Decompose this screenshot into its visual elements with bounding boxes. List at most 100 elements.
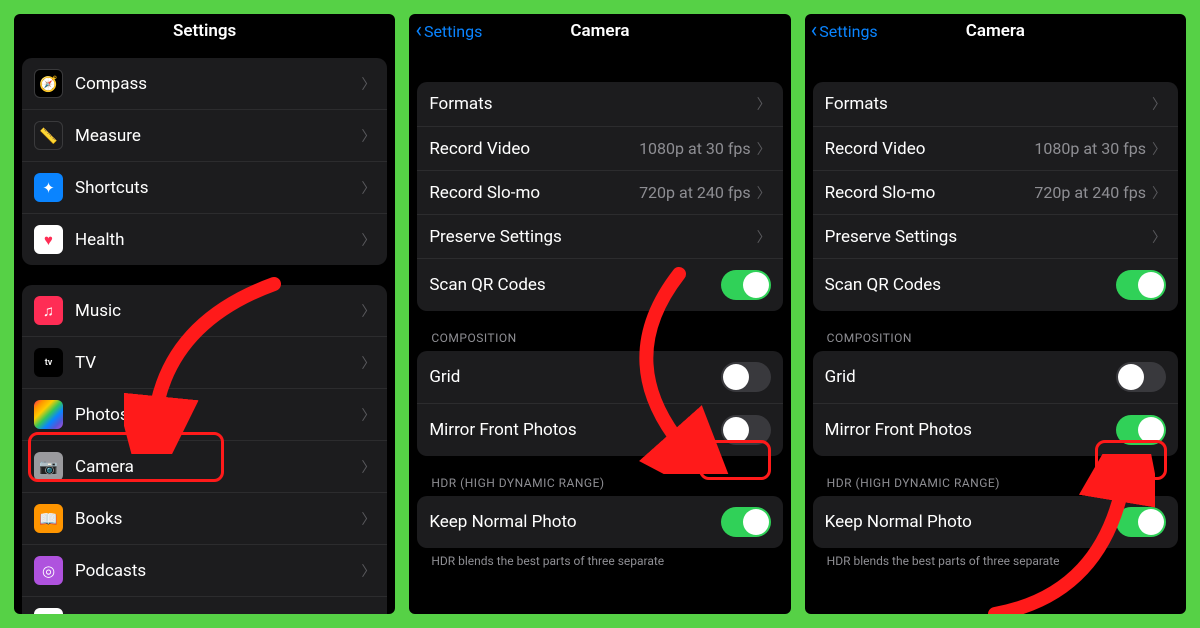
health-icon: ♥ [34,225,63,254]
toggle-grid[interactable] [721,362,771,392]
label-formats: Formats [825,94,1152,114]
chevron-right-icon: 〉 [757,227,771,247]
row-camera[interactable]: 📷 Camera 〉 [22,440,387,492]
books-icon: 📖 [34,504,63,533]
chevron-right-icon: 〉 [361,561,375,581]
settings-scroll[interactable]: 🧭 Compass 〉 📏 Measure 〉 ✦ Shortcuts 〉 ♥ … [14,48,395,614]
label-grid: Grid [429,367,720,387]
label-tv: TV [75,353,361,373]
chevron-right-icon: 〉 [1152,139,1166,159]
toggle-keep-normal-photo[interactable] [1116,507,1166,537]
label-record-slomo: Record Slo-mo [429,183,639,203]
row-music[interactable]: ♫ Music 〉 [22,285,387,336]
row-formats[interactable]: Formats 〉 [813,82,1178,126]
label-mirror: Mirror Front Photos [825,420,1116,440]
camera-scroll[interactable]: Formats 〉 Record Video 1080p at 30 fps 〉… [409,48,790,570]
label-record-video: Record Video [825,139,1035,159]
label-preserve: Preserve Settings [429,227,756,247]
camera-group-main: Formats 〉 Record Video 1080p at 30 fps 〉… [813,82,1178,311]
row-preserve-settings[interactable]: Preserve Settings 〉 [813,214,1178,258]
row-mirror-front-photos: Mirror Front Photos [813,403,1178,456]
label-record-video: Record Video [429,139,639,159]
chevron-right-icon: 〉 [361,457,375,477]
camera-group-composition: Grid Mirror Front Photos [813,351,1178,456]
hdr-footer-text: HDR blends the best parts of three separ… [827,554,1164,570]
chevron-right-icon: 〉 [1152,227,1166,247]
chevron-right-icon: 〉 [361,613,375,615]
section-header-hdr: HDR (HIGH DYNAMIC RANGE) [827,476,1178,490]
row-scan-qr: Scan QR Codes [417,258,782,311]
chevron-right-icon: 〉 [361,509,375,529]
section-header-composition: COMPOSITION [431,331,782,345]
row-compass[interactable]: 🧭 Compass 〉 [22,58,387,109]
toggle-grid[interactable] [1116,362,1166,392]
chevron-back-icon: ‹ [811,20,818,42]
hdr-footer-text: HDR blends the best parts of three separ… [431,554,768,570]
camera-group-hdr: Keep Normal Photo [813,496,1178,548]
label-grid: Grid [825,367,1116,387]
chevron-right-icon: 〉 [361,301,375,321]
chevron-right-icon: 〉 [1152,94,1166,114]
podcasts-icon: ◎ [34,556,63,585]
chevron-right-icon: 〉 [1152,183,1166,203]
chevron-right-icon: 〉 [757,94,771,114]
camera-settings-panel-before: ‹ Settings Camera Formats 〉 Record Video… [409,14,790,614]
label-health: Health [75,230,361,250]
row-health[interactable]: ♥ Health 〉 [22,213,387,265]
compass-icon: 🧭 [34,69,63,98]
row-gamecenter[interactable]: 🎮 Game Center 〉 [22,596,387,614]
label-record-slomo: Record Slo-mo [825,183,1035,203]
row-keep-normal-photo: Keep Normal Photo [813,496,1178,548]
row-grid: Grid [417,351,782,403]
label-keep-normal: Keep Normal Photo [429,512,720,532]
row-tv[interactable]: tv TV 〉 [22,336,387,388]
section-header-composition: COMPOSITION [827,331,1178,345]
toggle-scan-qr[interactable] [721,270,771,300]
shortcuts-icon: ✦ [34,173,63,202]
chevron-right-icon: 〉 [361,405,375,425]
photos-icon [34,400,63,429]
camera-settings-panel-after: ‹ Settings Camera Formats 〉 Record Video… [805,14,1186,614]
gamecenter-icon: 🎮 [34,608,63,614]
detail-record-slomo: 720p at 240 fps [1034,183,1146,202]
row-record-slomo[interactable]: Record Slo-mo 720p at 240 fps 〉 [813,170,1178,214]
section-header-hdr: HDR (HIGH DYNAMIC RANGE) [431,476,782,490]
toggle-scan-qr[interactable] [1116,270,1166,300]
row-formats[interactable]: Formats 〉 [417,82,782,126]
label-gamecenter: Game Center [75,613,361,615]
label-formats: Formats [429,94,756,114]
label-preserve: Preserve Settings [825,227,1152,247]
navbar: ‹ Settings Camera [805,14,1186,48]
row-record-video[interactable]: Record Video 1080p at 30 fps 〉 [417,126,782,170]
settings-group-utilities: 🧭 Compass 〉 📏 Measure 〉 ✦ Shortcuts 〉 ♥ … [22,58,387,265]
row-books[interactable]: 📖 Books 〉 [22,492,387,544]
page-title: Camera [966,21,1025,41]
row-shortcuts[interactable]: ✦ Shortcuts 〉 [22,161,387,213]
toggle-mirror-front-photos[interactable] [721,415,771,445]
chevron-right-icon: 〉 [757,139,771,159]
row-preserve-settings[interactable]: Preserve Settings 〉 [417,214,782,258]
row-photos[interactable]: Photos 〉 [22,388,387,440]
row-measure[interactable]: 📏 Measure 〉 [22,109,387,161]
chevron-right-icon: 〉 [757,183,771,203]
camera-icon: 📷 [34,452,63,481]
detail-record-video: 1080p at 30 fps [1034,139,1146,158]
toggle-keep-normal-photo[interactable] [721,507,771,537]
label-scan-qr: Scan QR Codes [825,275,1116,295]
toggle-mirror-front-photos[interactable] [1116,415,1166,445]
chevron-right-icon: 〉 [361,230,375,250]
tv-icon: tv [34,348,63,377]
back-button[interactable]: ‹ Settings [811,20,878,42]
label-books: Books [75,509,361,529]
row-podcasts[interactable]: ◎ Podcasts 〉 [22,544,387,596]
row-record-slomo[interactable]: Record Slo-mo 720p at 240 fps 〉 [417,170,782,214]
row-record-video[interactable]: Record Video 1080p at 30 fps 〉 [813,126,1178,170]
detail-record-video: 1080p at 30 fps [639,139,751,158]
navbar: Settings [14,14,395,48]
back-button[interactable]: ‹ Settings [415,20,482,42]
page-title: Camera [570,21,629,41]
settings-group-media: ♫ Music 〉 tv TV 〉 Photos 〉 📷 Camera 〉 📖 [22,285,387,614]
chevron-right-icon: 〉 [361,126,375,146]
detail-record-slomo: 720p at 240 fps [639,183,751,202]
camera-scroll[interactable]: Formats 〉 Record Video 1080p at 30 fps 〉… [805,48,1186,570]
